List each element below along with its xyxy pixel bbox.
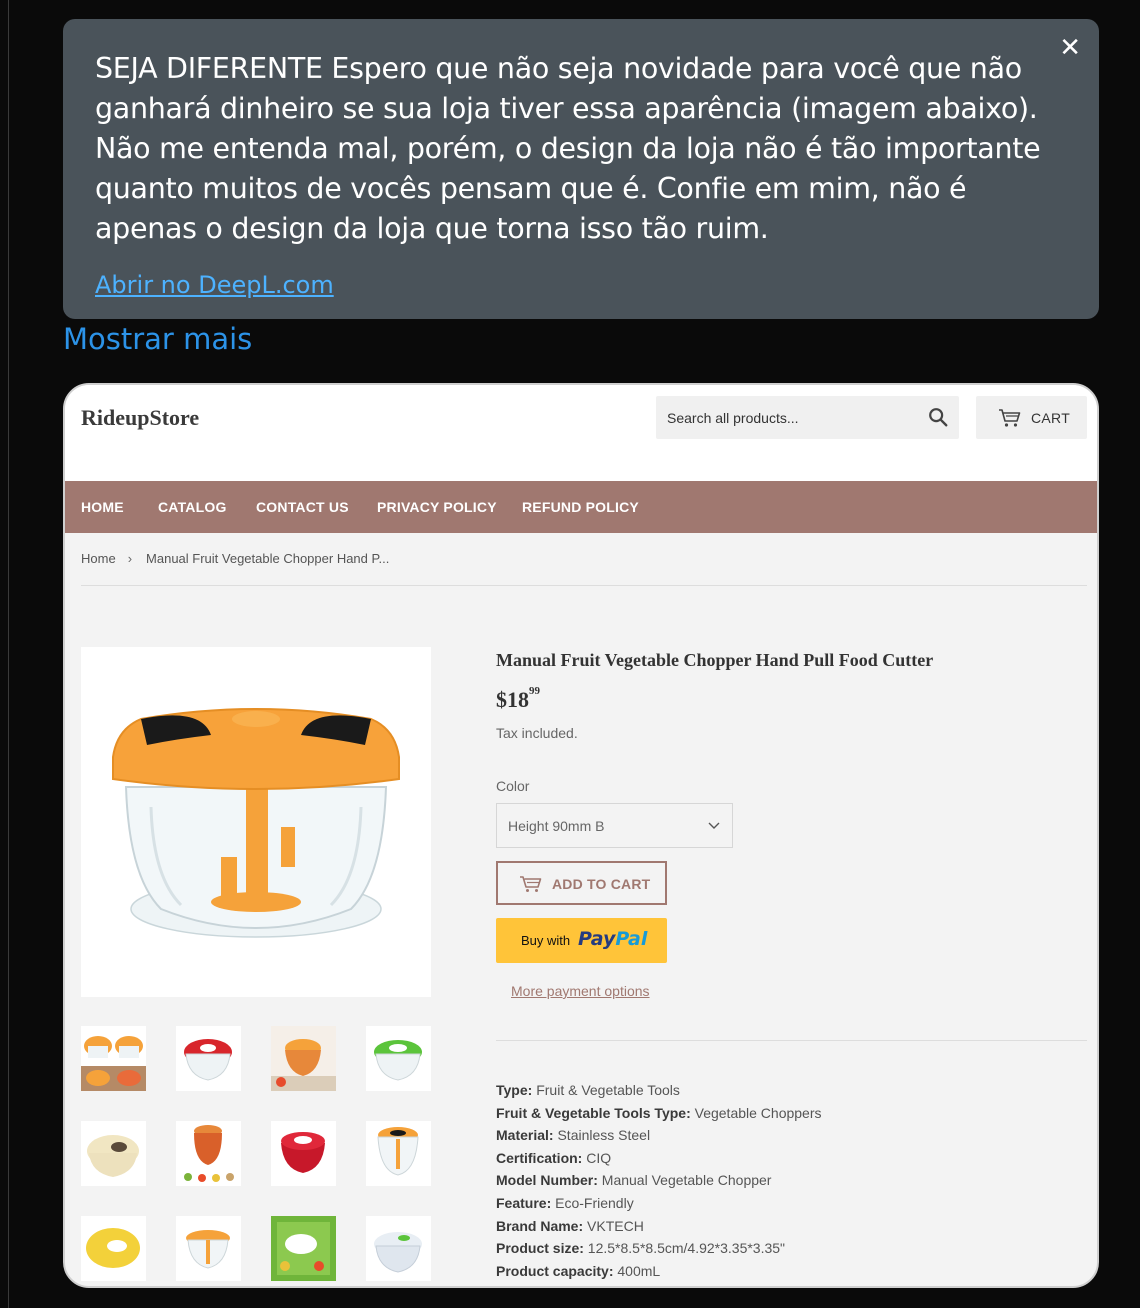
add-to-cart-label: ADD TO CART [552, 876, 651, 892]
color-label: Color [496, 778, 530, 794]
translation-popup: SEJA DIFERENTE Espero que não seja novid… [63, 19, 1099, 319]
nav-contact-us[interactable]: CONTACT US [256, 499, 349, 515]
store-header: RideupStore Search all products... CART [65, 385, 1097, 481]
chopper-thumb-cream [87, 1135, 139, 1177]
store-screenshot: RideupStore Search all products... CART … [63, 383, 1099, 1288]
spec-row: Type: Fruit & Vegetable Tools [496, 1082, 680, 1098]
cart-label: CART [1031, 410, 1071, 426]
store-logo[interactable]: RideupStore [81, 405, 199, 431]
chevron-down-icon [708, 822, 720, 829]
more-payment-options-link[interactable]: More payment options [511, 983, 650, 999]
chopper-thumb-green-box [271, 1216, 336, 1281]
search-input[interactable]: Search all products... [656, 396, 959, 439]
breadcrumb-home[interactable]: Home [81, 551, 116, 566]
spec-row: Model Number: Manual Vegetable Chopper [496, 1172, 772, 1189]
product-main-image[interactable] [81, 647, 431, 997]
thumbnail-5[interactable] [81, 1121, 146, 1186]
chopper-thumb-red-lid [281, 1132, 325, 1173]
chopper-thumb-filled [184, 1125, 234, 1182]
breadcrumb-separator: › [127, 551, 133, 566]
product-price: $1899 [496, 685, 540, 713]
divider [496, 1040, 1087, 1041]
chopper-thumb-orange-2 [186, 1230, 230, 1269]
cart-button[interactable]: CART [976, 396, 1087, 439]
spec-row: Fruit & Vegetable Tools Type: Vegetable … [496, 1104, 822, 1121]
nav-refund-policy[interactable]: REFUND POLICY [522, 499, 639, 515]
chopper-thumb-red [184, 1039, 232, 1081]
chopper-thumb-yellow [86, 1228, 140, 1268]
main-nav: HOME CATALOG CONTACT US PRIVACY POLICY R… [65, 481, 1097, 533]
price-main: $18 [496, 687, 529, 712]
close-icon[interactable]: ✕ [1059, 35, 1081, 61]
open-deepl-link[interactable]: Abrir no DeepL.com [95, 271, 334, 299]
thumbnail-3[interactable] [271, 1026, 336, 1091]
chopper-thumb-white [374, 1232, 422, 1273]
chopper-thumb-green [374, 1040, 422, 1081]
thumbnail-2[interactable] [176, 1026, 241, 1091]
color-select[interactable]: Height 90mm B [496, 803, 733, 848]
search-placeholder: Search all products... [667, 410, 799, 426]
chopper-image [112, 708, 400, 938]
spec-row: Product capacity: 400mL [496, 1262, 661, 1279]
product-title: Manual Fruit Vegetable Chopper Hand Pull… [496, 650, 934, 670]
thumbnail-9[interactable] [81, 1216, 146, 1281]
price-cents: 99 [529, 685, 540, 697]
thumbnail-11[interactable] [271, 1216, 336, 1281]
thumbnail-12[interactable] [366, 1216, 431, 1281]
breadcrumb-current: Manual Fruit Vegetable Chopper Hand P... [146, 551, 390, 566]
translation-text: SEJA DIFERENTE Espero que não seja novid… [95, 52, 1041, 245]
spec-row: Material: Stainless Steel [496, 1127, 651, 1144]
thumbnail-8[interactable] [366, 1121, 431, 1186]
breadcrumb: Home › Manual Fruit Vegetable Chopper Hand… [81, 551, 389, 566]
thumbnail-6[interactable] [176, 1121, 241, 1186]
divider [81, 585, 1087, 586]
show-more-link[interactable]: Mostrar mais [63, 322, 252, 356]
paypal-buy-label: Buy with [521, 933, 571, 948]
spec-row: Feature: Eco-Friendly [496, 1194, 634, 1211]
product-specs: Type: Fruit & Vegetable Tools Fruit & Ve… [496, 1079, 822, 1282]
thumbnail-4[interactable] [366, 1026, 431, 1091]
nav-privacy-policy[interactable]: PRIVACY POLICY [377, 499, 497, 515]
add-to-cart-button[interactable]: ADD TO CART [496, 861, 667, 905]
spec-row: Brand Name: VKTECH [496, 1217, 644, 1234]
cart-icon [999, 409, 1021, 427]
chopper-thumb-orange [377, 1127, 419, 1176]
chopper-thumb-collage [81, 1026, 146, 1091]
window-edge [8, 0, 9, 1308]
color-select-value: Height 90mm B [508, 818, 605, 834]
thumbnail-10[interactable] [176, 1216, 241, 1281]
cart-icon [520, 876, 542, 892]
paypal-logo: PayPal [578, 928, 648, 950]
spec-row: Product size: 12.5*8.5*8.5cm/4.92*3.35*3… [496, 1240, 786, 1257]
chopper-thumb-veg [271, 1026, 336, 1091]
thumbnail-1[interactable] [81, 1026, 146, 1091]
thumbnail-7[interactable] [271, 1121, 336, 1186]
search-icon[interactable] [927, 406, 949, 428]
nav-catalog[interactable]: CATALOG [158, 499, 227, 515]
tax-note: Tax included. [496, 725, 578, 741]
paypal-button[interactable]: Buy with PayPal [496, 918, 667, 963]
spec-row: Certification: CIQ [496, 1149, 612, 1166]
nav-home[interactable]: HOME [81, 499, 124, 515]
